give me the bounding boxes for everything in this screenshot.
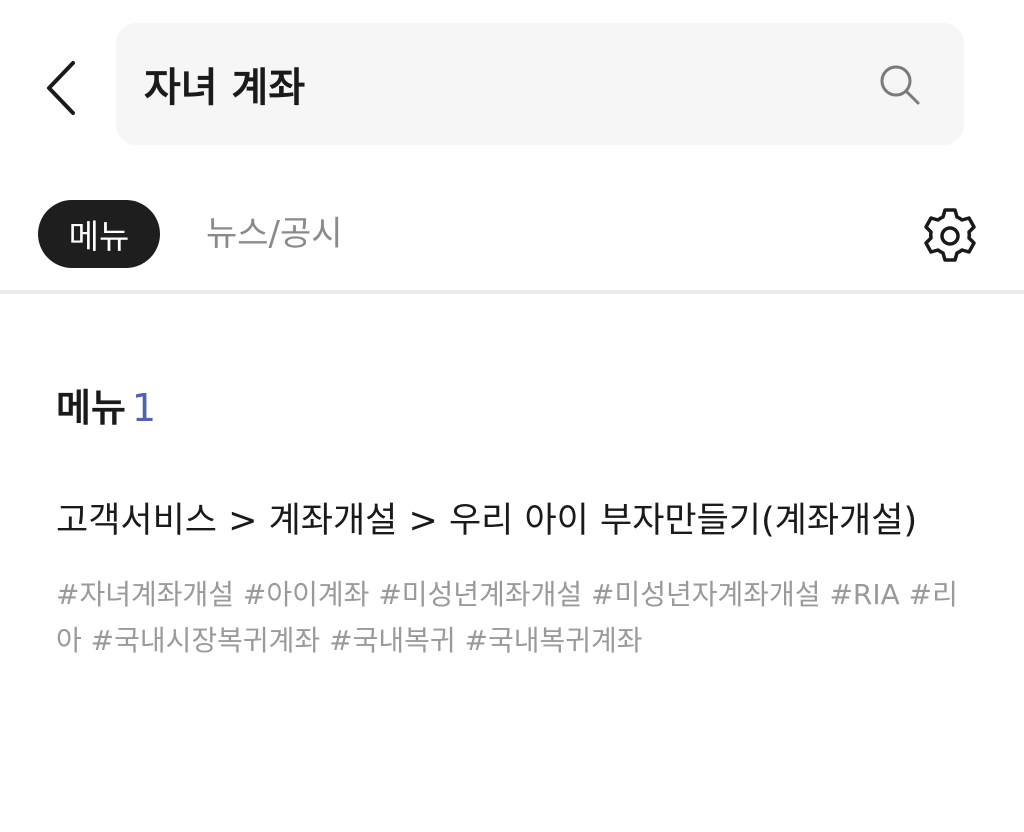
search-input[interactable] [144,53,864,115]
tab-menu[interactable]: 메뉴 [38,200,160,268]
list-item[interactable]: 고객서비스 > 계좌개설 > 우리 아이 부자만들기(계좌개설) #자녀계좌개설… [56,494,968,664]
search-icon[interactable] [878,63,922,107]
settings-button[interactable] [918,204,982,268]
search-results-page: 메뉴 뉴스/공시 메뉴1 고객서비스 > 계좌개설 > 우리 아이 부자만들기(… [0,0,1024,832]
tab-menu-label: 메뉴 [68,217,130,256]
search-bar [116,23,964,145]
result-count: 1 [131,386,157,430]
section-label: 메뉴 [56,386,126,430]
back-button[interactable] [36,56,86,120]
tab-news-disclosure[interactable]: 뉴스/공시 [206,206,343,262]
section-title: 메뉴 1 [56,382,156,434]
chevron-left-icon [47,61,75,115]
tab-news-disclosure-label: 뉴스/공시 [206,214,343,254]
result-tags: #자녀계좌개설 #아이계좌 #미성년계좌개설 #미성년자계좌개설 #RIA #리… [56,578,958,657]
gear-icon [924,208,976,262]
result-menu-path: 고객서비스 > 계좌개설 > 우리 아이 부자만들기(계좌개설) [56,501,918,541]
tabs-divider [0,290,1024,294]
